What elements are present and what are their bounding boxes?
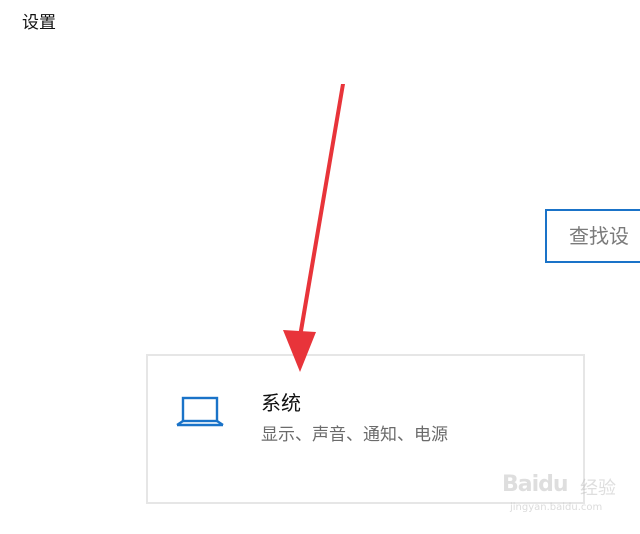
page-title: 设置 — [22, 13, 56, 33]
tile-description: 显示、声音、通知、电源 — [261, 425, 448, 445]
watermark-brand: Baidu — [502, 472, 569, 497]
search-input[interactable] — [547, 211, 640, 261]
watermark-url: jingyan.baidu.com — [510, 502, 603, 513]
tile-title: 系统 — [261, 391, 301, 415]
watermark-brand-cn: 经验 — [580, 478, 616, 499]
watermark-logo: Baidu 经验 jingyan.baidu.com — [502, 470, 622, 520]
search-box[interactable] — [545, 209, 640, 263]
laptop-icon — [176, 396, 224, 427]
